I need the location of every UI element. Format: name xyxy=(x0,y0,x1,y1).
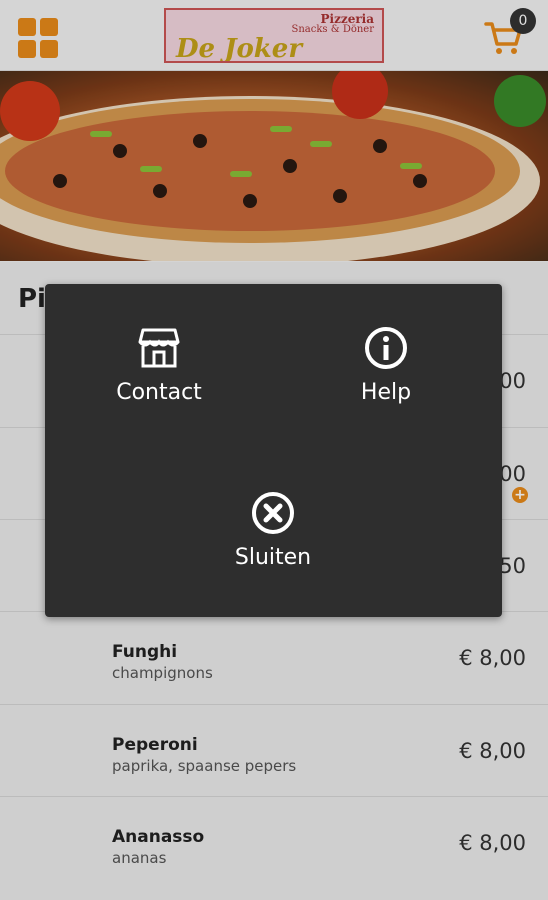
store-icon xyxy=(138,328,180,368)
contact-button[interactable]: Contact xyxy=(103,326,215,405)
close-circle-icon xyxy=(252,492,294,534)
contact-label: Contact xyxy=(116,380,202,405)
close-label: Sluiten xyxy=(234,545,312,570)
help-label: Help xyxy=(360,380,412,405)
options-modal: Contact Help Sluiten xyxy=(45,284,502,617)
info-icon xyxy=(365,327,407,369)
close-button[interactable]: Sluiten xyxy=(217,491,329,570)
help-button[interactable]: Help xyxy=(335,326,437,405)
